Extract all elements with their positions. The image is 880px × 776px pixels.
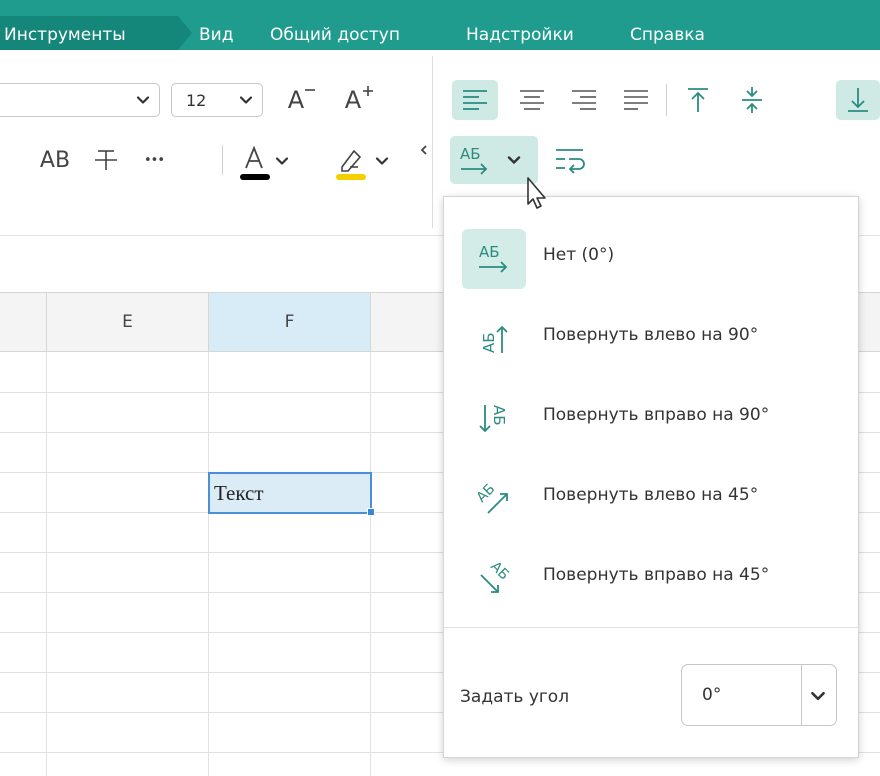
column-header-label: F <box>284 312 295 332</box>
minus-superscript-icon <box>305 89 316 91</box>
text-rotation-glyph: АБ <box>460 145 481 163</box>
rotation-option-label: Повернуть влево на 90° <box>543 325 759 345</box>
svg-text:АБ: АБ <box>487 561 512 583</box>
valign-top-button[interactable] <box>676 80 720 120</box>
highlight-color-button[interactable] <box>330 140 370 184</box>
column-header-f[interactable]: F <box>209 293 371 351</box>
chevron-down-icon <box>136 96 150 104</box>
svg-text:АБ: АБ <box>476 481 498 506</box>
column-header-partial[interactable] <box>0 293 47 351</box>
scroll-left-icon[interactable] <box>420 144 430 156</box>
text-rotation-menu: АБ Нет (0°) АБ Повернуть влево на 90° АБ… <box>443 196 860 758</box>
align-left-button[interactable] <box>452 80 498 120</box>
angle-value: 0° <box>702 685 722 705</box>
ribbon-separator <box>666 84 667 116</box>
rotation-option-label: Повернуть влево на 45° <box>543 485 759 505</box>
ribbon-separator <box>222 145 223 175</box>
menu-item-help[interactable]: Справка <box>630 25 705 45</box>
rotation-option-label: Повернуть вправо на 45° <box>543 565 770 585</box>
increase-font-size-button[interactable]: A <box>336 80 384 120</box>
menu-item-view[interactable]: Вид <box>199 25 233 45</box>
font-color-icon <box>240 145 270 180</box>
svg-text:АБ: АБ <box>490 405 508 426</box>
align-left-icon <box>463 90 487 110</box>
decrease-font-label: A <box>287 86 305 114</box>
chevron-down-icon[interactable] <box>809 687 827 705</box>
menu-bar: Инструменты Вид Общий доступ Надстройки … <box>0 0 880 50</box>
plus-superscript-icon <box>363 86 374 96</box>
more-formatting-button[interactable]: ••• <box>134 140 174 180</box>
change-case-button[interactable]: AB <box>34 140 76 180</box>
align-center-icon <box>520 90 544 110</box>
svg-text:АБ: АБ <box>480 332 498 353</box>
align-justify-button[interactable] <box>614 80 658 120</box>
cell-text: Текст <box>214 481 264 505</box>
text-no-rotation-icon: АБ <box>462 229 526 289</box>
fill-handle[interactable] <box>367 508 375 516</box>
rotation-option-label: Нет (0°) <box>543 245 615 265</box>
align-right-button[interactable] <box>562 80 606 120</box>
change-case-label: AB <box>39 147 71 173</box>
menu-item-tools[interactable]: Инструменты <box>4 25 126 45</box>
menu-item-sharing[interactable]: Общий доступ <box>270 25 400 45</box>
rotation-option-label: Повернуть вправо на 90° <box>543 405 770 425</box>
text-rotate-left-45-icon: АБ <box>462 469 526 529</box>
wrap-text-button[interactable] <box>548 140 592 180</box>
decrease-font-size-button[interactable]: A <box>280 80 324 120</box>
font-size-dropdown[interactable]: 12 <box>171 83 263 117</box>
increase-font-label: A <box>344 86 362 114</box>
align-justify-icon <box>624 90 648 110</box>
strikethrough-icon <box>95 150 117 170</box>
text-rotate-left-90-icon: АБ <box>462 309 526 369</box>
rotation-option-right-90[interactable]: АБ Повернуть вправо на 90° <box>444 381 860 453</box>
font-color-dropdown-icon[interactable] <box>274 153 290 169</box>
align-top-icon <box>688 88 708 112</box>
valign-middle-button[interactable] <box>730 80 774 120</box>
align-center-button[interactable] <box>510 80 554 120</box>
text-rotate-right-45-icon: АБ <box>462 549 526 609</box>
set-angle-label: Задать угол <box>460 687 570 707</box>
strikethrough-button[interactable] <box>86 140 126 180</box>
rotation-option-left-90[interactable]: АБ Повернуть влево на 90° <box>444 301 860 373</box>
rotation-option-left-45[interactable]: АБ Повернуть влево на 45° <box>444 461 860 533</box>
column-header-e[interactable]: E <box>47 293 209 351</box>
font-name-dropdown[interactable] <box>0 83 160 117</box>
selected-cell[interactable]: Текст <box>208 472 372 514</box>
highlight-dropdown-icon[interactable] <box>374 153 390 169</box>
valign-bottom-button[interactable] <box>836 80 880 120</box>
font-color-button[interactable] <box>234 140 274 184</box>
mouse-pointer-icon <box>527 177 546 209</box>
align-right-icon <box>572 90 596 110</box>
chevron-down-icon <box>239 96 253 104</box>
align-middle-icon <box>742 87 762 113</box>
menu-separator <box>444 627 860 628</box>
column-header-label: E <box>122 312 133 332</box>
wrap-text-icon <box>556 149 585 174</box>
angle-select[interactable]: 0° <box>681 664 837 726</box>
rotation-option-right-45[interactable]: АБ Повернуть вправо на 45° <box>444 541 860 613</box>
angle-select-divider <box>801 665 802 725</box>
font-size-value: 12 <box>186 91 207 110</box>
more-label: ••• <box>143 152 165 168</box>
text-rotate-right-90-icon: АБ <box>462 389 526 449</box>
text-rotation-icon: АБ <box>460 145 488 175</box>
rotation-option-none[interactable]: АБ Нет (0°) <box>444 221 860 293</box>
chevron-down-icon <box>507 156 521 164</box>
align-bottom-icon <box>848 88 868 112</box>
ribbon-group-divider <box>432 56 433 228</box>
svg-text:АБ: АБ <box>479 243 500 261</box>
highlighter-icon <box>336 149 366 180</box>
menu-item-addons[interactable]: Надстройки <box>466 25 574 45</box>
